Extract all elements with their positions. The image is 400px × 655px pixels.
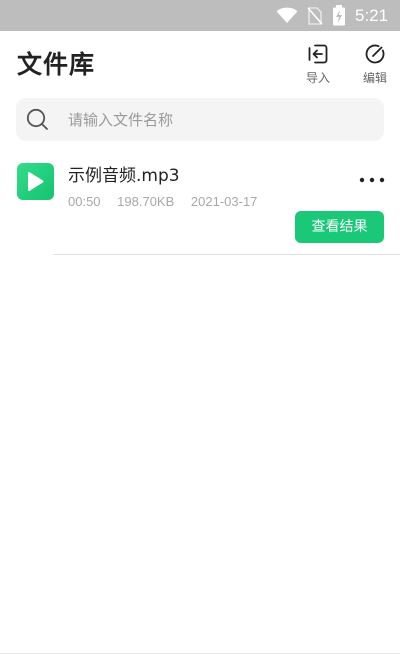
search-input[interactable] xyxy=(68,98,368,141)
file-meta: 00:50 198.70KB 2021-03-17 xyxy=(68,194,270,210)
list-item[interactable]: 示例音频.mp3 00:50 198.70KB 2021-03-17 查看结果 xyxy=(0,158,400,254)
no-sim-icon xyxy=(307,7,323,29)
play-icon xyxy=(28,172,44,191)
wifi-icon xyxy=(276,7,298,28)
audio-thumbnail xyxy=(17,163,54,200)
bottom-divider xyxy=(0,653,400,654)
view-result-button[interactable]: 查看结果 xyxy=(295,211,384,243)
file-date: 2021-03-17 xyxy=(190,194,258,209)
search-icon xyxy=(26,108,49,131)
edit-icon xyxy=(364,43,386,65)
edit-label: 编辑 xyxy=(362,71,387,85)
more-button[interactable] xyxy=(356,172,388,188)
import-button[interactable]: 导入 xyxy=(298,43,338,86)
file-library-screen: 5:21 文件库 导入 编辑 请输入文件名称 示例音频.mp3 00:50 19… xyxy=(0,0,400,655)
import-icon xyxy=(307,43,329,65)
file-name: 示例音频.mp3 xyxy=(68,166,180,186)
file-size: 198.70KB xyxy=(117,194,175,209)
search-bar xyxy=(16,98,384,141)
more-icon xyxy=(359,177,385,183)
battery-charging-icon xyxy=(332,5,346,30)
import-label: 导入 xyxy=(305,71,330,85)
status-bar: 5:21 xyxy=(0,0,400,31)
file-duration: 00:50 xyxy=(68,194,101,209)
status-time: 5:21 xyxy=(355,6,389,25)
page-title: 文件库 xyxy=(17,50,96,79)
edit-button[interactable]: 编辑 xyxy=(355,43,395,86)
list-divider xyxy=(53,254,400,255)
